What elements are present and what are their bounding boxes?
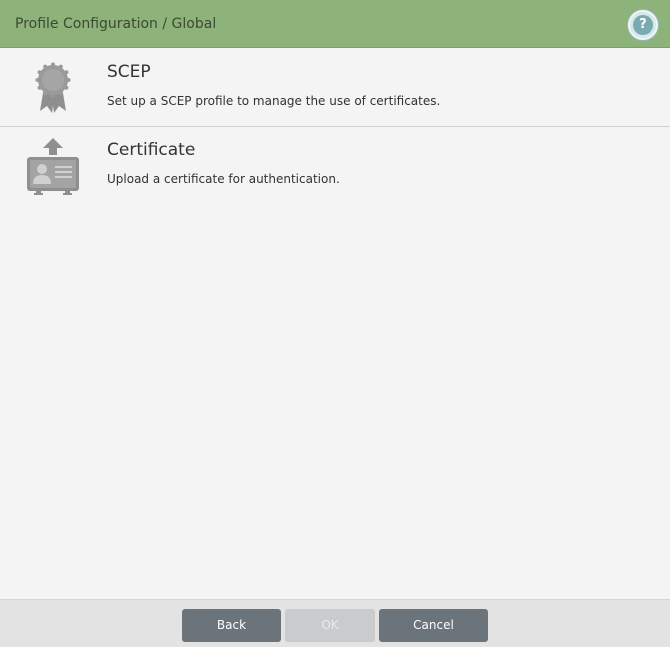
dialog-title: Profile Configuration / Global [15, 16, 217, 32]
help-button[interactable]: ? [628, 10, 658, 40]
certificate-upload-icon [27, 138, 79, 195]
option-certificate[interactable]: Certificate Upload a certificate for aut… [0, 127, 670, 205]
award-ribbon-icon [35, 62, 71, 113]
ok-button[interactable]: OK [285, 609, 375, 642]
option-title: Certificate [107, 140, 196, 160]
help-icon: ? [633, 15, 653, 35]
back-button[interactable]: Back [182, 609, 281, 642]
dialog-footer: Back OK Cancel [0, 599, 670, 647]
option-description: Set up a SCEP profile to manage the use … [107, 94, 441, 108]
option-scep[interactable]: SCEP Set up a SCEP profile to manage the… [0, 49, 670, 127]
option-description: Upload a certificate for authentication. [107, 172, 340, 186]
profile-configuration-dialog: Profile Configuration / Global ? SCEP Se… [0, 0, 670, 647]
option-title: SCEP [107, 62, 151, 82]
cancel-button[interactable]: Cancel [379, 609, 488, 642]
dialog-header: Profile Configuration / Global ? [0, 0, 670, 48]
